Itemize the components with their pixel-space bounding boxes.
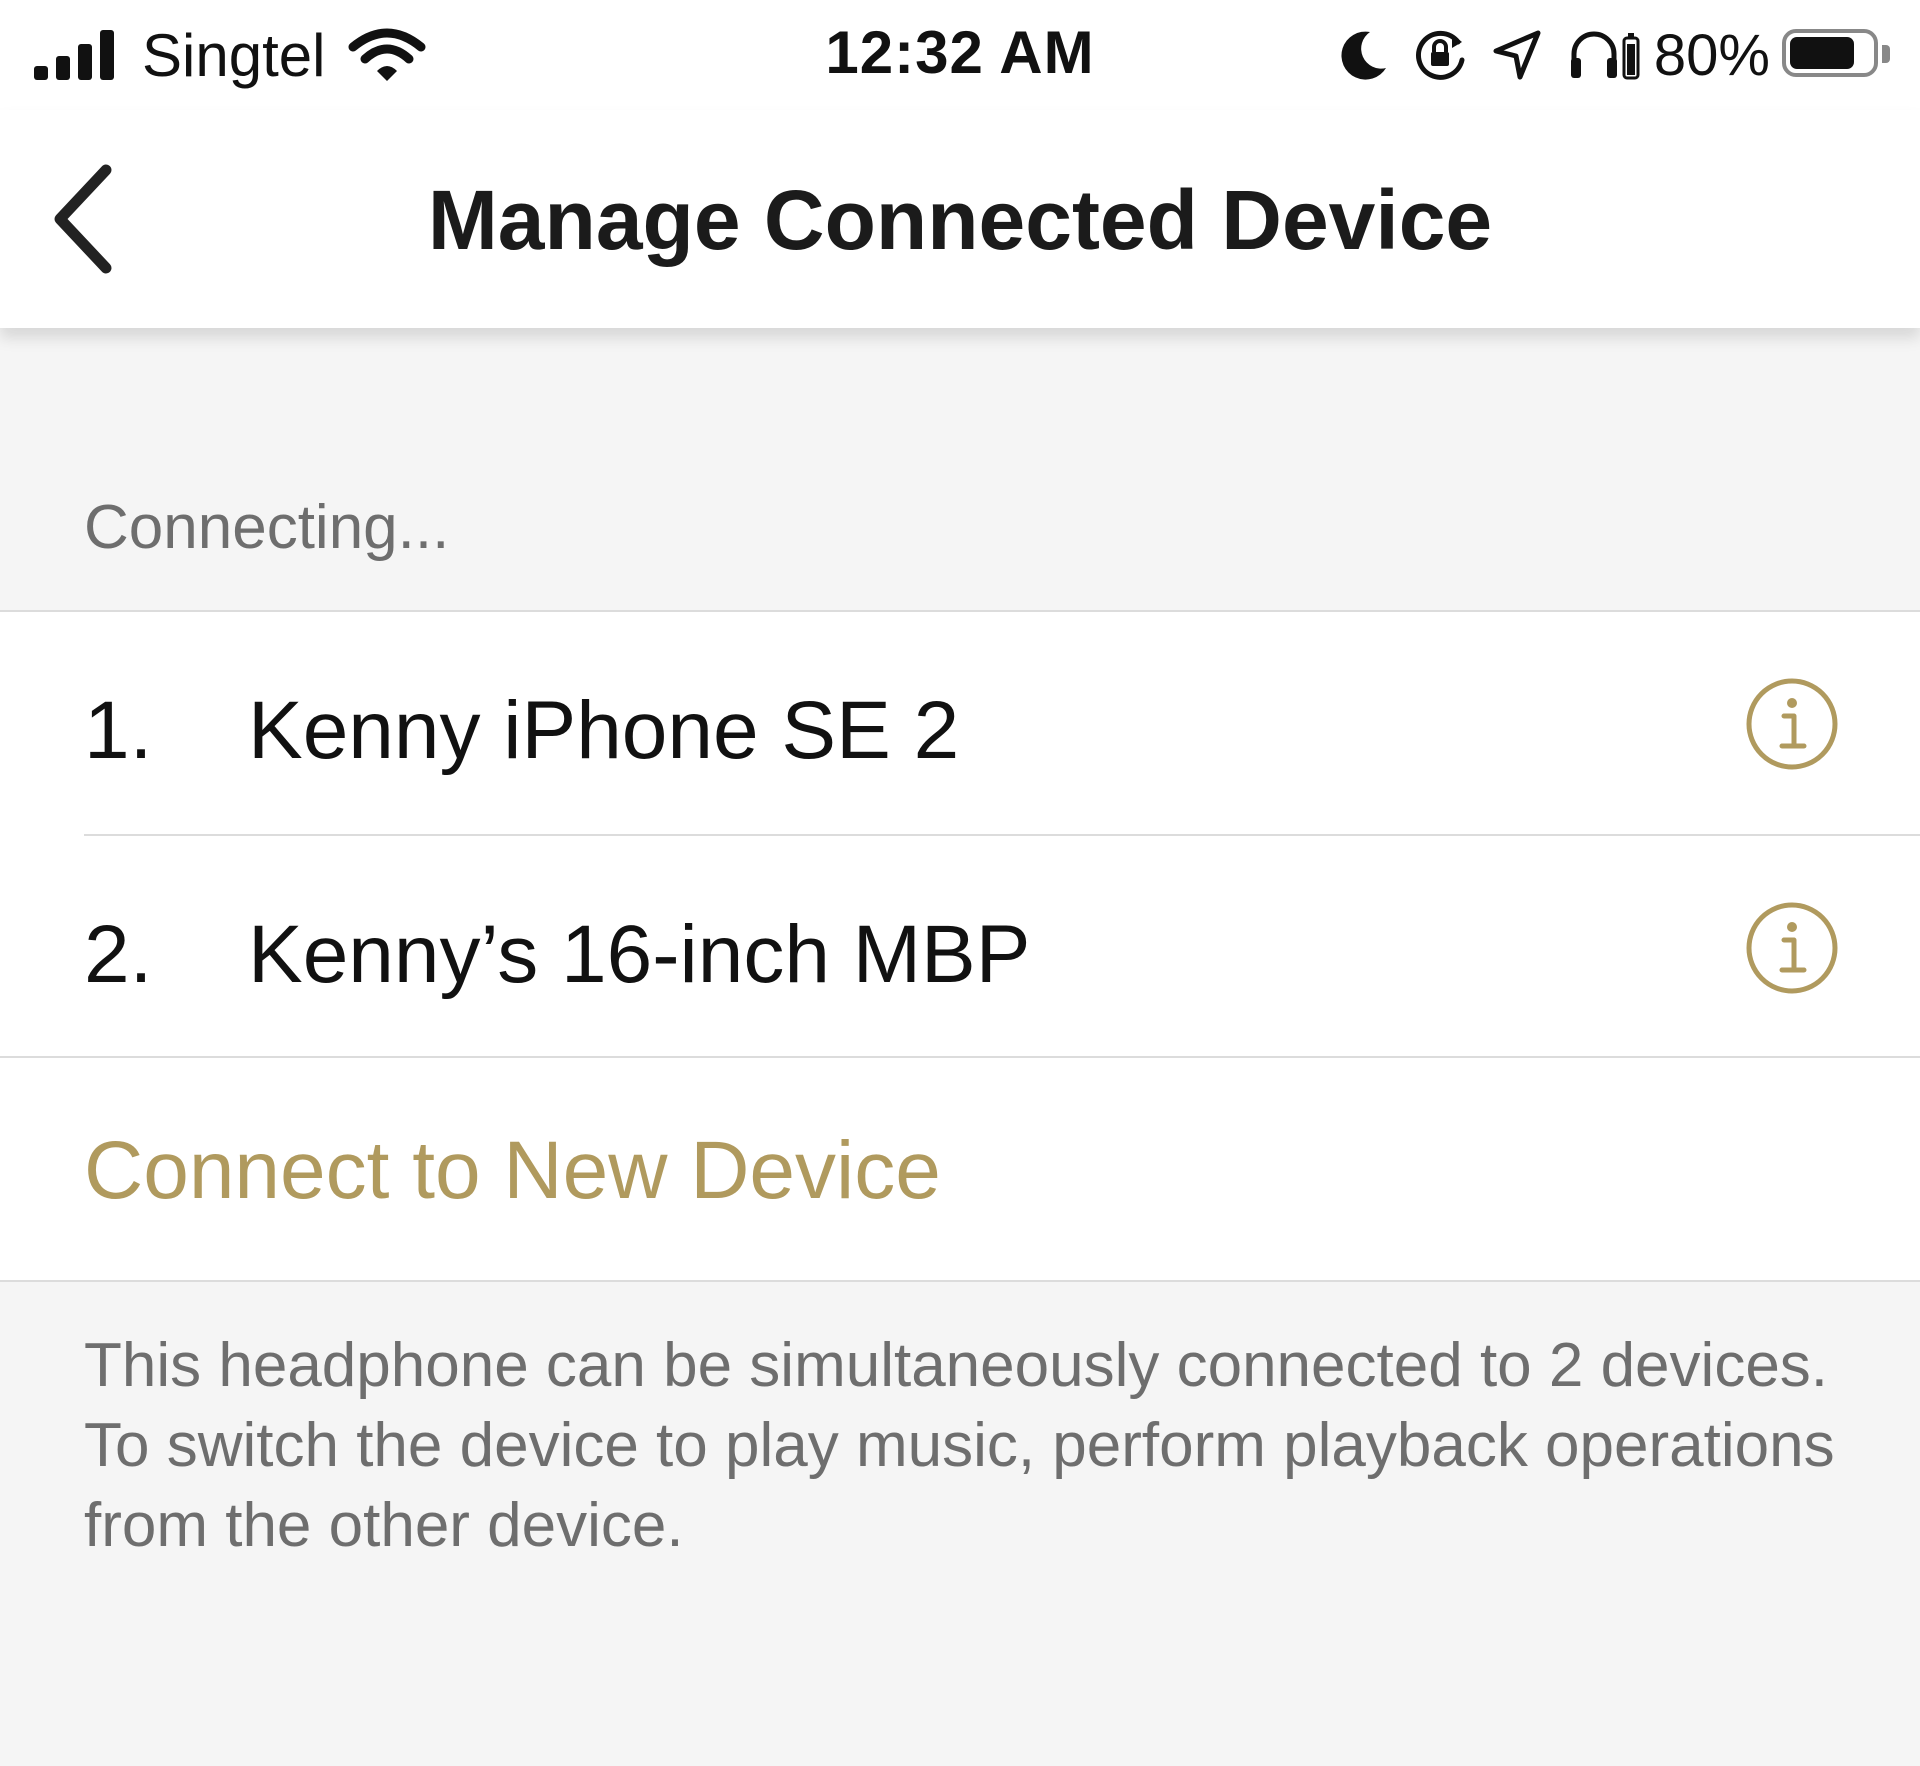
status-bar-right: 80% xyxy=(1314,20,1892,90)
rotation-lock-icon xyxy=(1415,30,1465,80)
battery-percent: 80% xyxy=(1653,22,1770,88)
device-index: 1. xyxy=(84,685,153,776)
device-row[interactable]: 1. Kenny iPhone SE 2 xyxy=(0,612,1920,836)
connected-device-list: 1. Kenny iPhone SE 2 2. Kenny’s 16-inch … xyxy=(0,610,1920,1058)
section-header-connecting: Connecting... xyxy=(84,493,450,562)
page-title: Manage Connected Device xyxy=(427,173,1493,267)
device-name: Kenny iPhone SE 2 xyxy=(248,685,960,776)
connect-new-device-button[interactable]: Connect to New Device xyxy=(0,1058,1920,1282)
device-name: Kenny’s 16-inch MBP xyxy=(248,909,1031,1000)
moon-icon xyxy=(1341,31,1386,80)
device-row[interactable]: 2. Kenny’s 16-inch MBP xyxy=(0,836,1920,1058)
connect-new-device-label: Connect to New Device xyxy=(84,1125,941,1216)
info-icon[interactable] xyxy=(1744,900,1840,996)
status-bar: Singtel 12:32 AM 80% xyxy=(0,0,1920,110)
footnote-line: To switch the device to play music, perf… xyxy=(84,1411,1835,1560)
device-index: 2. xyxy=(84,909,153,1000)
footnote-text: This headphone can be simultaneously con… xyxy=(84,1326,1844,1566)
location-arrow-icon xyxy=(1493,30,1541,80)
battery-icon xyxy=(1782,29,1892,81)
info-icon[interactable] xyxy=(1744,676,1840,772)
headphones-battery-icon xyxy=(1570,31,1640,80)
footnote-line: This headphone can be simultaneously con… xyxy=(84,1331,1829,1400)
navigation-bar: Manage Connected Device xyxy=(0,110,1920,328)
